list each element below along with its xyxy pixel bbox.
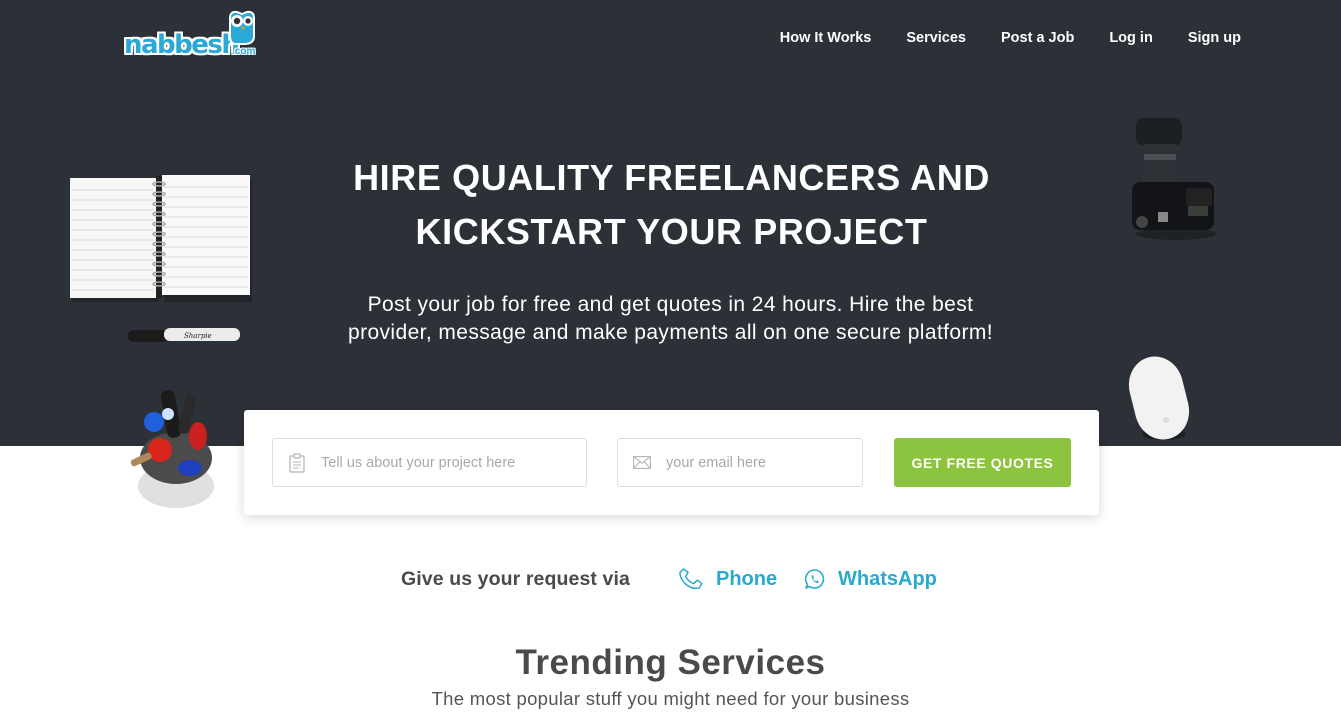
contact-label: Give us your request via [401,568,630,590]
logo[interactable]: nabbesh .com [124,10,260,60]
logo-wordmark: nabbesh [124,30,240,60]
quote-form: GET FREE QUOTES [244,410,1099,515]
nav-how-it-works[interactable]: How It Works [780,30,872,46]
email-field[interactable] [617,438,863,487]
phone-link[interactable]: Phone [678,564,777,594]
project-field[interactable] [272,438,587,487]
camera-image [1132,118,1216,240]
email-input[interactable] [666,439,862,486]
logo-tld: .com [232,46,256,57]
phone-label: Phone [716,567,778,590]
marker-image: Sharpie [128,328,240,342]
get-free-quotes-button[interactable]: GET FREE QUOTES [894,438,1071,487]
svg-text:Sharpie: Sharpie [184,332,212,340]
notebook-image [70,175,252,302]
nav-sign-up[interactable]: Sign up [1188,30,1241,46]
whatsapp-label: WhatsApp [838,567,937,590]
owl-icon [229,10,255,45]
whatsapp-icon [804,569,825,589]
mouse-image [1128,356,1190,440]
envelope-icon [618,439,666,486]
top-nav: How It Works Services Post a Job Log in … [745,30,1241,46]
hero-section: nabbesh .com How It Works Services Post … [0,0,1341,446]
phone-icon [679,568,703,590]
trending-services-subtitle: The most popular stuff you might need fo… [431,688,910,709]
nav-services[interactable]: Services [906,30,966,46]
nav-post-a-job[interactable]: Post a Job [1001,30,1074,46]
contact-options: Give us your request via Phone WhatsApp [0,564,1341,594]
project-input[interactable] [321,439,586,486]
whatsapp-link[interactable]: WhatsApp [804,564,937,594]
pen-holder-image [130,390,214,508]
trending-services-title: Trending Services [515,643,826,682]
nav-log-in[interactable]: Log in [1109,30,1153,46]
clipboard-icon [273,439,321,486]
